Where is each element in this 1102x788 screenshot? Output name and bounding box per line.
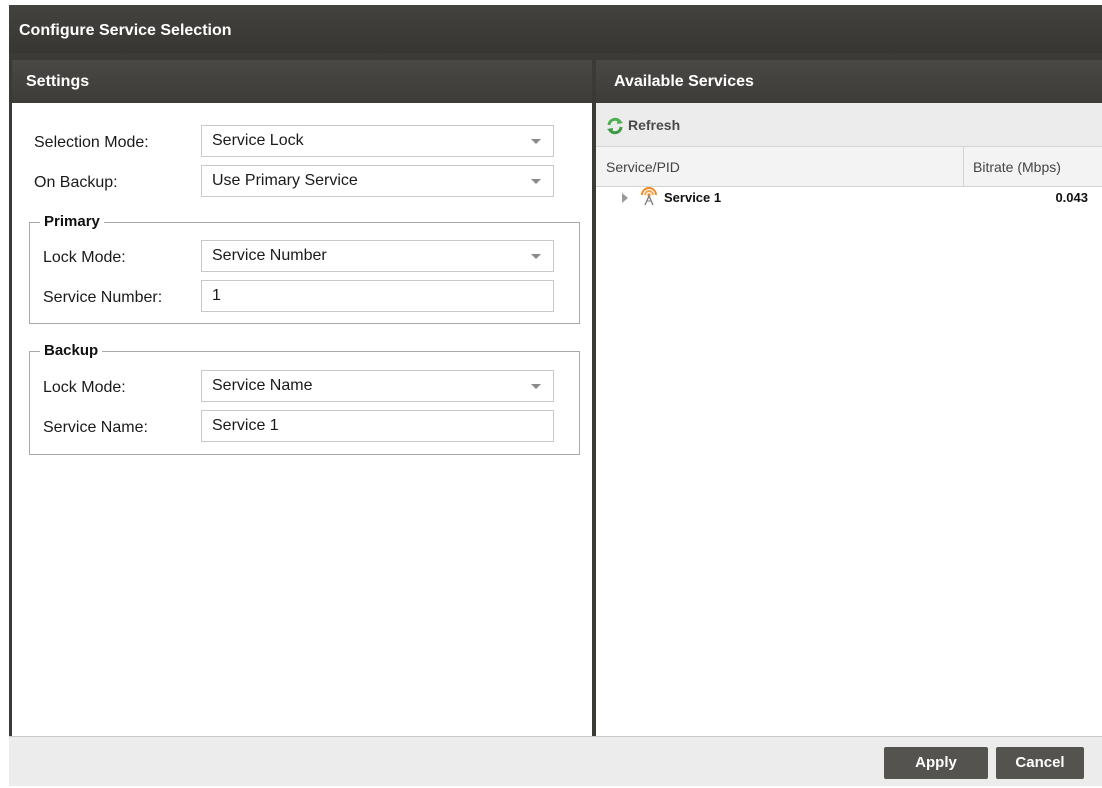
column-header-service-pid[interactable]: Service/PID <box>606 147 680 187</box>
refresh-label: Refresh <box>628 117 681 133</box>
service-name-input[interactable]: Service 1 <box>201 410 554 442</box>
configure-service-dialog: Configure Service Selection Settings Sel… <box>9 5 1102 786</box>
selection-mode-value: Service Lock <box>212 132 304 149</box>
primary-fieldset: Primary Lock Mode: Service Number Servic… <box>29 213 580 324</box>
on-backup-value: Use Primary Service <box>212 172 358 189</box>
column-divider <box>963 147 964 187</box>
selection-mode-label: Selection Mode: <box>34 134 149 151</box>
service-number-value: 1 <box>212 287 221 304</box>
refresh-icon <box>607 118 623 135</box>
services-toolbar: Refresh <box>596 103 1102 147</box>
service-number-input[interactable]: 1 <box>201 280 554 312</box>
available-services-header: Available Services <box>596 60 1102 103</box>
chevron-down-icon <box>531 139 541 144</box>
backup-lock-mode-select[interactable]: Service Name <box>201 370 554 402</box>
broadcast-tower-icon <box>641 187 657 206</box>
backup-fieldset: Backup Lock Mode: Service Name Service N… <box>29 342 580 455</box>
bitrate-cell: 0.043 <box>1055 190 1088 205</box>
column-header-bitrate[interactable]: Bitrate (Mbps) <box>973 147 1061 187</box>
primary-lock-mode-value: Service Number <box>212 247 327 264</box>
cancel-button[interactable]: Cancel <box>996 747 1084 779</box>
backup-lock-mode-value: Service Name <box>212 377 313 394</box>
settings-header: Settings <box>12 60 592 103</box>
on-backup-label: On Backup: <box>34 174 118 191</box>
selection-mode-select[interactable]: Service Lock <box>201 125 554 157</box>
table-row[interactable]: Service 1 0.043 <box>596 187 1102 209</box>
service-name-value: Service 1 <box>212 417 279 434</box>
service-name-cell: Service 1 <box>664 190 722 205</box>
refresh-button[interactable]: Refresh <box>606 112 680 138</box>
expand-arrow-icon[interactable] <box>622 193 628 203</box>
primary-legend: Primary <box>40 213 104 231</box>
primary-lock-mode-label: Lock Mode: <box>43 249 126 266</box>
available-services-panel: Available Services Refresh Service/PID B… <box>596 60 1102 739</box>
primary-lock-mode-select[interactable]: Service Number <box>201 240 554 272</box>
settings-panel: Settings Selection Mode: Service Lock On… <box>12 60 592 739</box>
services-grid-header: Service/PID Bitrate (Mbps) <box>596 147 1102 187</box>
apply-button[interactable]: Apply <box>884 747 988 779</box>
chevron-down-icon <box>531 254 541 259</box>
service-name-label: Service Name: <box>43 419 148 436</box>
dialog-footer: Apply Cancel <box>9 736 1102 786</box>
backup-lock-mode-label: Lock Mode: <box>43 379 126 396</box>
service-number-label: Service Number: <box>43 289 163 306</box>
chevron-down-icon <box>531 179 541 184</box>
on-backup-select[interactable]: Use Primary Service <box>201 165 554 197</box>
backup-legend: Backup <box>40 342 103 360</box>
chevron-down-icon <box>531 384 541 389</box>
dialog-title: Configure Service Selection <box>9 5 1102 53</box>
